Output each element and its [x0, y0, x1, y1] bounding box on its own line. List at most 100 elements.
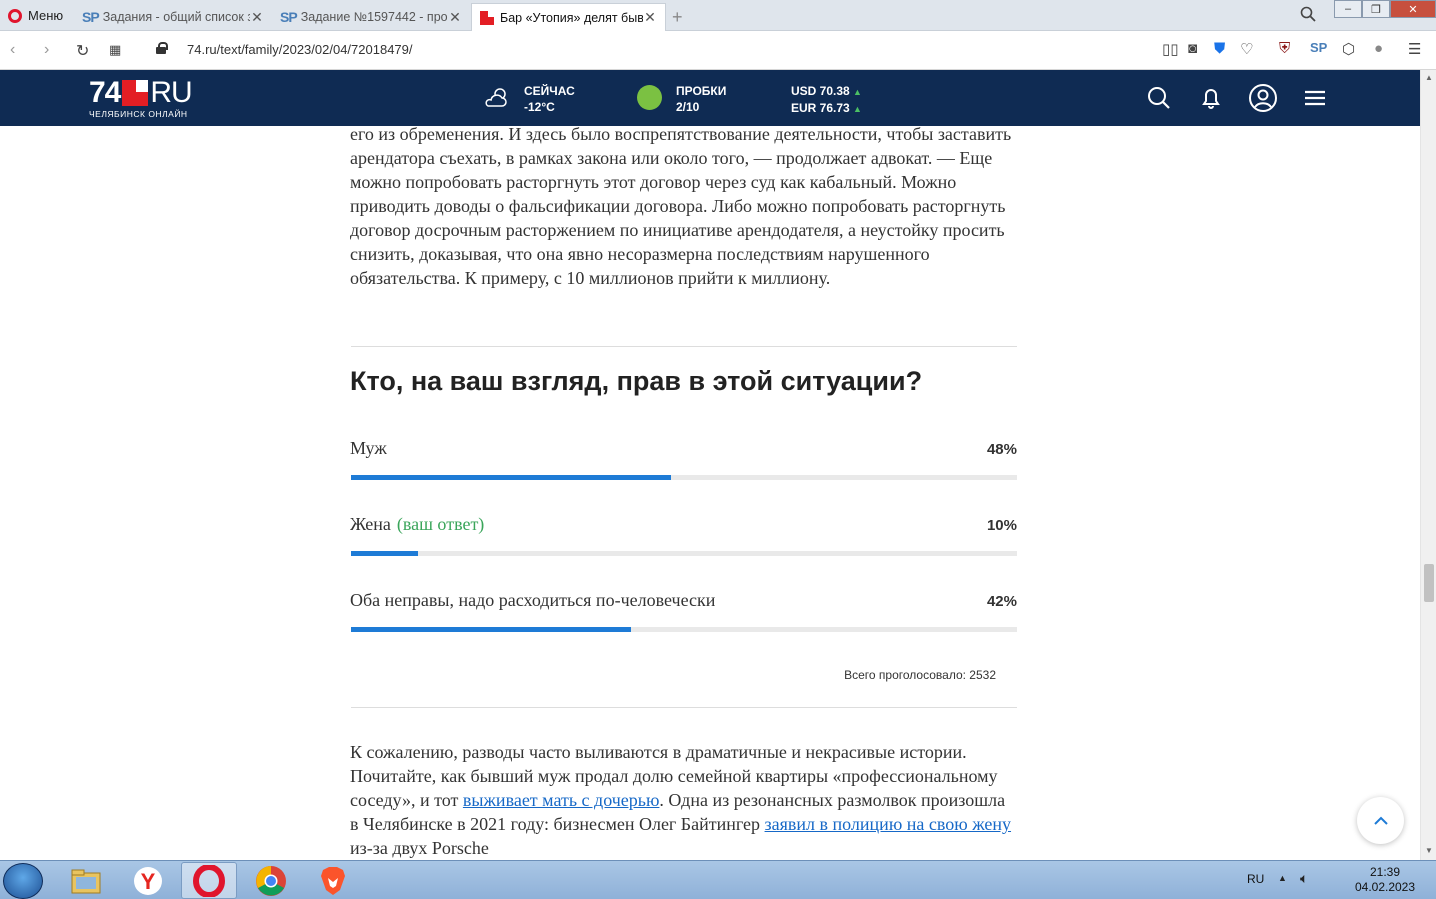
- taskbar-clock[interactable]: 21:39 04.02.2023: [1350, 865, 1420, 895]
- browser-tab-bar: Меню SP Задания - общий список з ✕ SP За…: [0, 0, 1436, 31]
- traffic-light-icon: [637, 85, 662, 110]
- search-icon[interactable]: [1146, 85, 1172, 111]
- tab-title: Бар «Утопия» делят бывш: [500, 10, 643, 25]
- poll-option-label: Оба неправы, надо расходиться по-человеч…: [350, 590, 721, 611]
- weather-cloud-icon: [484, 86, 510, 112]
- traffic-label: ПРОБКИ: [676, 84, 727, 98]
- poll-bar-fill: [351, 551, 418, 556]
- address-bar: ‹ › ↻ ▦ 74.ru/text/family/2023/02/04/720…: [0, 31, 1436, 70]
- poll-option-label: Муж: [350, 438, 393, 459]
- restore-icon[interactable]: ❐: [1362, 0, 1390, 18]
- article-link[interactable]: заявил в полицию на свою жену: [765, 814, 1011, 834]
- paragraph-text: из-за двух Porsche: [350, 838, 489, 858]
- cube-extension-icon[interactable]: ⬡: [1342, 40, 1355, 58]
- article-link[interactable]: выживает мать с дочерью: [463, 790, 660, 810]
- sp-favicon-icon: SP: [280, 9, 298, 25]
- language-indicator[interactable]: RU: [1247, 872, 1264, 886]
- chevron-up-icon: [1373, 816, 1388, 825]
- poll-question: Кто, на ваш взгляд, прав в этой ситуации…: [350, 366, 923, 396]
- poll-total-votes: Всего проголосовало: 2532: [844, 668, 996, 682]
- poll-bar-track: [351, 475, 1017, 480]
- poll-option-percent: 10%: [986, 517, 1017, 534]
- tab-article[interactable]: Бар «Утопия» делят бывш ✕: [471, 3, 666, 31]
- opera-taskbar-icon[interactable]: [181, 862, 237, 899]
- currency-widget[interactable]: USD 70.38 ▲ EUR 76.73 ▲: [791, 83, 862, 117]
- your-answer-label: (ваш ответ): [396, 514, 485, 534]
- logo-ru: RU: [150, 76, 192, 109]
- yandex-browser-taskbar-icon[interactable]: Y: [120, 862, 176, 899]
- chrome-taskbar-icon[interactable]: [243, 862, 299, 899]
- poll-option-percent: 42%: [986, 593, 1017, 610]
- logo-square-icon: [122, 80, 149, 106]
- close-tab-icon[interactable]: ✕: [250, 9, 264, 26]
- heart-icon[interactable]: ♡: [1240, 40, 1253, 58]
- ublock-icon[interactable]: ⛨: [1279, 40, 1290, 57]
- poll-option-text: Муж: [350, 438, 387, 458]
- site-logo[interactable]: 74 RU ЧЕЛЯБИНСК ОНЛАЙН: [89, 76, 193, 120]
- close-tab-icon[interactable]: ✕: [448, 9, 462, 26]
- close-window-icon[interactable]: ✕: [1390, 0, 1436, 18]
- easy-setup-icon[interactable]: ☰: [1408, 40, 1421, 58]
- windows-taskbar: Y RU ▲ 🔈︎ 21:39 04.02.2023: [0, 860, 1436, 899]
- window-controls: ‒ ❐ ✕: [1334, 0, 1436, 18]
- menu-label: Меню: [28, 8, 64, 23]
- profile-icon[interactable]: ●: [1374, 40, 1383, 57]
- up-triangle-icon: ▲: [853, 104, 862, 114]
- scroll-up-arrow-icon[interactable]: ▲: [1425, 73, 1433, 82]
- explorer-taskbar-icon[interactable]: [58, 862, 114, 899]
- traffic-widget[interactable]: ПРОБКИ 2/10: [676, 83, 726, 115]
- scroll-to-top-button[interactable]: [1357, 797, 1404, 844]
- hamburger-menu-icon[interactable]: [1303, 85, 1329, 111]
- scrollbar-thumb[interactable]: [1424, 564, 1434, 602]
- tab-tasks-list[interactable]: SP Задания - общий список з ✕: [74, 3, 272, 31]
- 74ru-favicon-icon: [480, 10, 494, 25]
- poll-option-text: Жена: [350, 514, 391, 534]
- minimize-icon[interactable]: ‒: [1334, 0, 1362, 18]
- reader-icon[interactable]: ▯▯: [1162, 40, 1179, 58]
- poll-bar-track: [351, 627, 1017, 632]
- article-paragraph: К сожалению, разводы часто выливаются в …: [350, 740, 1018, 860]
- logo-subtitle: ЧЕЛЯБИНСК ОНЛАЙН: [89, 109, 188, 119]
- svg-text:Y: Y: [141, 869, 156, 894]
- snapshot-icon[interactable]: ◙: [1188, 40, 1197, 57]
- forward-icon[interactable]: ›: [44, 41, 49, 59]
- close-tab-icon[interactable]: ✕: [643, 9, 657, 26]
- eur-rate: EUR 76.73: [791, 101, 850, 115]
- url-field[interactable]: 74.ru/text/family/2023/02/04/72018479/: [187, 42, 413, 57]
- volume-icon[interactable]: 🔈︎: [1300, 870, 1308, 887]
- up-triangle-icon: ▲: [853, 87, 862, 97]
- notifications-bell-icon[interactable]: [1198, 85, 1224, 111]
- sp-favicon-icon: SP: [82, 9, 100, 25]
- account-icon[interactable]: [1248, 83, 1278, 113]
- start-button[interactable]: [3, 863, 43, 899]
- tab-task-detail[interactable]: SP Задание №1597442 - про ✕: [272, 3, 470, 31]
- opera-logo-icon: [8, 8, 22, 23]
- article-paragraph: его из обременения. И здесь было воспреп…: [350, 124, 1012, 288]
- clock-date: 04.02.2023: [1354, 880, 1416, 894]
- divider: [351, 707, 1017, 708]
- back-icon[interactable]: ‹: [10, 41, 15, 59]
- vpn-shield-icon[interactable]: ⛊: [1214, 40, 1225, 57]
- poll-option-text: Оба неправы, надо расходиться по-человеч…: [350, 590, 716, 610]
- clock-time: 21:39: [1369, 865, 1401, 879]
- site-header: 74 RU ЧЕЛЯБИНСК ОНЛАЙН СЕЙЧАС -12°C ПРОБ…: [0, 70, 1420, 126]
- tab-title: Задания - общий список з: [102, 10, 250, 24]
- weather-label: СЕЙЧАС: [524, 84, 575, 98]
- tab-title: Задание №1597442 - про: [300, 10, 448, 24]
- reload-icon[interactable]: ↻: [76, 41, 89, 61]
- usd-rate: USD 70.38: [791, 84, 850, 98]
- scroll-down-arrow-icon[interactable]: ▼: [1425, 846, 1433, 855]
- tray-expand-icon[interactable]: ▲: [1278, 873, 1287, 883]
- sp-extension-icon[interactable]: SP: [1310, 40, 1327, 55]
- speed-dial-icon[interactable]: ▦: [109, 42, 121, 58]
- vertical-scrollbar[interactable]: ▲ ▼: [1420, 70, 1436, 860]
- traffic-value: 2/10: [676, 100, 700, 114]
- poll-bar-track: [351, 551, 1017, 556]
- brave-taskbar-icon[interactable]: [305, 862, 361, 899]
- tab-search-icon[interactable]: [1300, 6, 1316, 27]
- lock-icon[interactable]: [156, 42, 168, 54]
- new-tab-icon[interactable]: +: [672, 7, 683, 28]
- weather-widget[interactable]: СЕЙЧАС -12°C: [524, 83, 575, 115]
- poll-option-percent: 48%: [986, 441, 1017, 458]
- opera-menu-button[interactable]: Меню: [0, 0, 72, 31]
